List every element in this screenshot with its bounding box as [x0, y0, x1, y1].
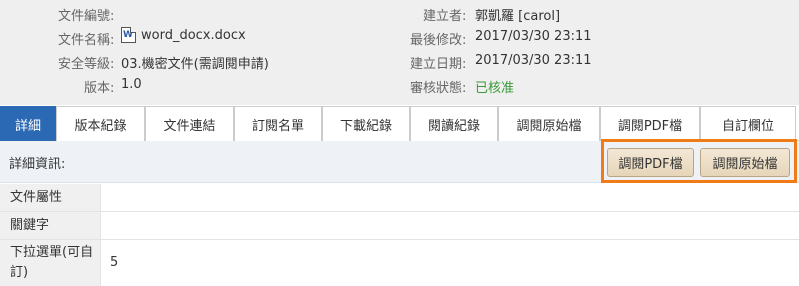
- detail-row-keywords: 關鍵字: [0, 212, 799, 240]
- creator-value: 郭凱羅 [carol]: [475, 9, 561, 24]
- security-level-label: 安全等級:: [58, 57, 115, 72]
- tab-read-log[interactable]: 閱讀紀錄: [410, 106, 498, 141]
- last-modified-label: 最後修改:: [410, 33, 467, 48]
- detail-row-label: 文件屬性: [0, 184, 101, 211]
- tab-subscribers[interactable]: 訂閱名單: [234, 106, 322, 141]
- tab-custom-fields[interactable]: 自訂欄位: [700, 106, 796, 141]
- detail-row-attribute: 文件屬性: [0, 184, 799, 212]
- created-date-label: 建立日期:: [410, 57, 467, 72]
- detail-row-value: 5: [110, 255, 119, 270]
- tab-document-links[interactable]: 文件連結: [145, 106, 234, 141]
- created-date-value: 2017/03/30 23:11: [475, 53, 592, 68]
- version-label: 版本:: [84, 81, 115, 96]
- last-modified-value: 2017/03/30 23:11: [475, 29, 592, 44]
- review-status-value: 已核准: [475, 81, 515, 96]
- tab-version-history[interactable]: 版本紀錄: [56, 106, 145, 141]
- tab-download-log[interactable]: 下載紀錄: [322, 106, 410, 141]
- document-metadata-panel: 文件編號: 文件名稱: W word_docx.docx 安全等級: 03.機密…: [0, 0, 799, 105]
- request-pdf-button[interactable]: 調閱PDF檔: [607, 148, 694, 177]
- security-level-value: 03.機密文件(需調閱申請): [121, 57, 269, 72]
- version-value: 1.0: [121, 77, 142, 92]
- file-name-label: 文件名稱:: [58, 33, 115, 48]
- tab-request-pdf[interactable]: 調閱PDF檔: [600, 106, 700, 141]
- request-original-button[interactable]: 調閱原始檔: [700, 148, 790, 177]
- tab-request-original[interactable]: 調閱原始檔: [498, 106, 600, 141]
- review-status-label: 審核狀態:: [410, 81, 467, 96]
- detail-row-label: 關鍵字: [0, 212, 101, 239]
- creator-label: 建立者:: [423, 9, 467, 24]
- details-title: 詳細資訊:: [9, 157, 66, 172]
- file-number-label: 文件編號:: [58, 9, 115, 24]
- tab-details[interactable]: 詳細: [0, 106, 56, 141]
- detail-row-dropdown: 下拉選單(可自訂) 5: [0, 240, 799, 286]
- detail-row-label: 下拉選單(可自訂): [0, 240, 101, 286]
- file-name-value[interactable]: word_docx.docx: [141, 28, 246, 43]
- detail-tabs: 詳細 版本紀錄 文件連結 訂閱名單 下載紀錄 閱讀紀錄 調閱原始檔 調閱PDF檔…: [0, 106, 799, 141]
- word-document-icon: W: [121, 27, 136, 43]
